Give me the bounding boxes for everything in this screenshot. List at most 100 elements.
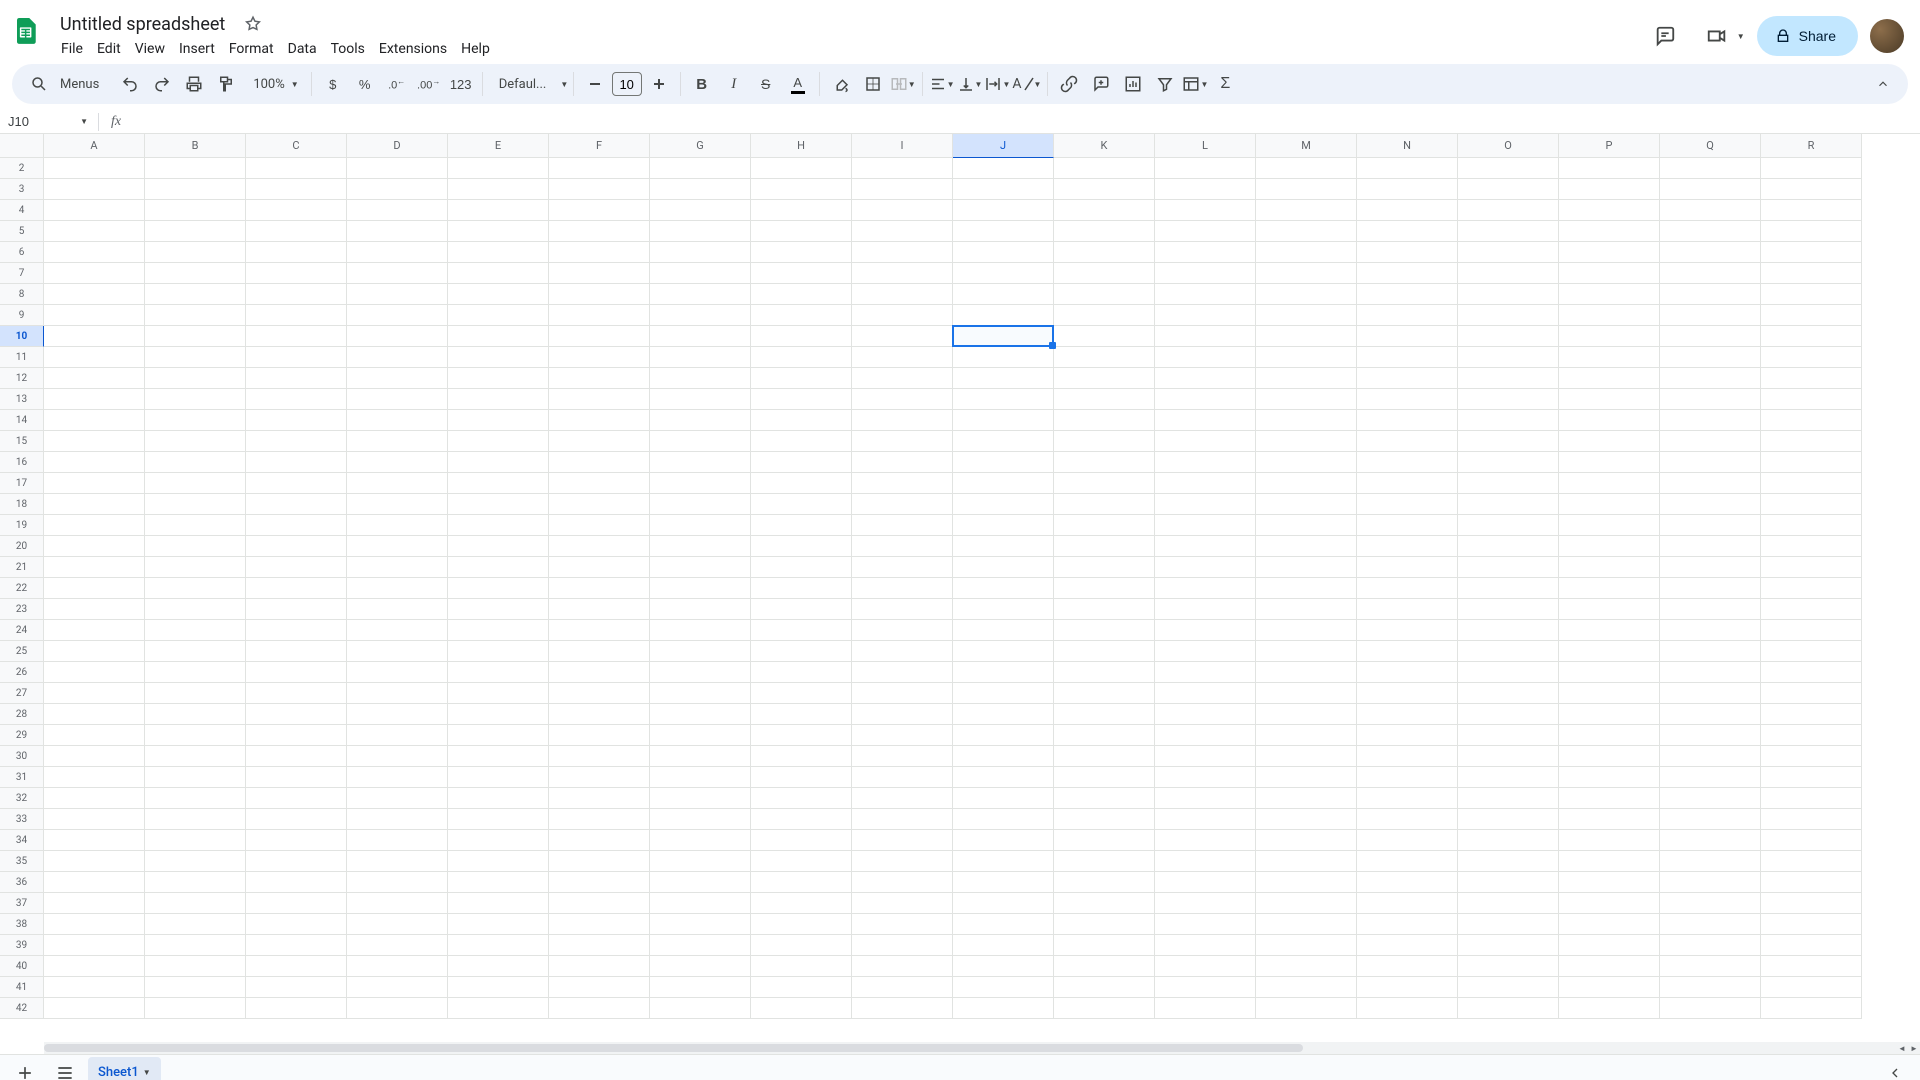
cell[interactable] (650, 494, 751, 515)
cell[interactable] (448, 935, 549, 956)
cell[interactable] (246, 200, 347, 221)
row-header[interactable]: 11 (0, 347, 44, 368)
cell[interactable] (650, 683, 751, 704)
cell[interactable] (852, 935, 953, 956)
cell[interactable] (1761, 347, 1862, 368)
menu-insert[interactable]: Insert (172, 37, 222, 61)
cell[interactable] (246, 389, 347, 410)
cell[interactable] (1155, 956, 1256, 977)
cell[interactable] (953, 515, 1054, 536)
cell[interactable] (953, 431, 1054, 452)
cell[interactable] (347, 347, 448, 368)
cell[interactable] (1761, 725, 1862, 746)
cell[interactable] (44, 494, 145, 515)
cell[interactable] (1761, 914, 1862, 935)
insert-comment-icon[interactable] (1086, 69, 1116, 99)
cell[interactable] (448, 809, 549, 830)
cell[interactable] (1559, 536, 1660, 557)
cell[interactable] (448, 725, 549, 746)
cell[interactable] (347, 305, 448, 326)
cell[interactable] (1357, 809, 1458, 830)
cell[interactable] (852, 431, 953, 452)
cell[interactable] (650, 515, 751, 536)
cell[interactable] (246, 620, 347, 641)
cell[interactable] (1559, 620, 1660, 641)
cell[interactable] (1155, 515, 1256, 536)
cell[interactable] (953, 452, 1054, 473)
cell[interactable] (1357, 662, 1458, 683)
cell[interactable] (1660, 389, 1761, 410)
cell[interactable] (549, 788, 650, 809)
cell[interactable] (650, 179, 751, 200)
cell[interactable] (448, 977, 549, 998)
cell[interactable] (347, 809, 448, 830)
cell[interactable] (1054, 368, 1155, 389)
font-family-select[interactable]: Defaul... ▼ (489, 77, 567, 92)
cell[interactable] (1155, 851, 1256, 872)
cell[interactable] (852, 242, 953, 263)
cell[interactable] (1458, 872, 1559, 893)
cell[interactable] (1054, 956, 1155, 977)
cell[interactable] (549, 368, 650, 389)
row-header[interactable]: 19 (0, 515, 44, 536)
cell[interactable] (1660, 263, 1761, 284)
cell[interactable] (1054, 662, 1155, 683)
cell[interactable] (751, 515, 852, 536)
cell[interactable] (1458, 473, 1559, 494)
cell[interactable] (852, 767, 953, 788)
cell[interactable] (1660, 662, 1761, 683)
cell[interactable] (44, 368, 145, 389)
cell[interactable] (1761, 599, 1862, 620)
rotate-button[interactable]: A▼ (1012, 76, 1041, 92)
row-header[interactable]: 2 (0, 158, 44, 179)
cell[interactable] (1256, 620, 1357, 641)
column-header[interactable]: D (347, 134, 448, 158)
cell[interactable] (1155, 158, 1256, 179)
cell[interactable] (852, 851, 953, 872)
cell[interactable] (953, 809, 1054, 830)
cell[interactable] (448, 515, 549, 536)
cell[interactable] (751, 746, 852, 767)
cell[interactable] (751, 683, 852, 704)
cell[interactable] (549, 704, 650, 725)
cell[interactable] (1660, 410, 1761, 431)
cell[interactable] (347, 389, 448, 410)
undo-icon[interactable] (115, 69, 145, 99)
cell[interactable] (347, 935, 448, 956)
cell[interactable] (145, 221, 246, 242)
cell[interactable] (852, 494, 953, 515)
account-avatar[interactable] (1870, 19, 1904, 53)
cell[interactable] (852, 809, 953, 830)
cell[interactable] (1256, 410, 1357, 431)
cell[interactable] (751, 956, 852, 977)
cell[interactable] (650, 746, 751, 767)
cell[interactable] (347, 998, 448, 1019)
cell[interactable] (1155, 263, 1256, 284)
cell[interactable] (1761, 326, 1862, 347)
cell[interactable] (1054, 263, 1155, 284)
cell[interactable] (852, 410, 953, 431)
font-size-decrease[interactable] (580, 69, 610, 99)
cells-viewport[interactable] (44, 158, 1920, 1054)
cell[interactable] (1155, 767, 1256, 788)
select-all-corner[interactable] (0, 134, 44, 158)
row-header[interactable]: 12 (0, 368, 44, 389)
cell[interactable] (1054, 620, 1155, 641)
cell[interactable] (1256, 557, 1357, 578)
cell[interactable] (44, 935, 145, 956)
cell[interactable] (1458, 326, 1559, 347)
cell[interactable] (1559, 788, 1660, 809)
cell[interactable] (145, 431, 246, 452)
cell[interactable] (44, 788, 145, 809)
cell[interactable] (650, 578, 751, 599)
cell[interactable] (953, 326, 1054, 347)
column-header[interactable]: M (1256, 134, 1357, 158)
cell[interactable] (1559, 494, 1660, 515)
cell[interactable] (1761, 704, 1862, 725)
cell[interactable] (751, 263, 852, 284)
cell[interactable] (44, 599, 145, 620)
filter-icon[interactable] (1150, 69, 1180, 99)
cell[interactable] (1155, 410, 1256, 431)
cell[interactable] (347, 494, 448, 515)
column-header[interactable]: J (953, 134, 1054, 158)
